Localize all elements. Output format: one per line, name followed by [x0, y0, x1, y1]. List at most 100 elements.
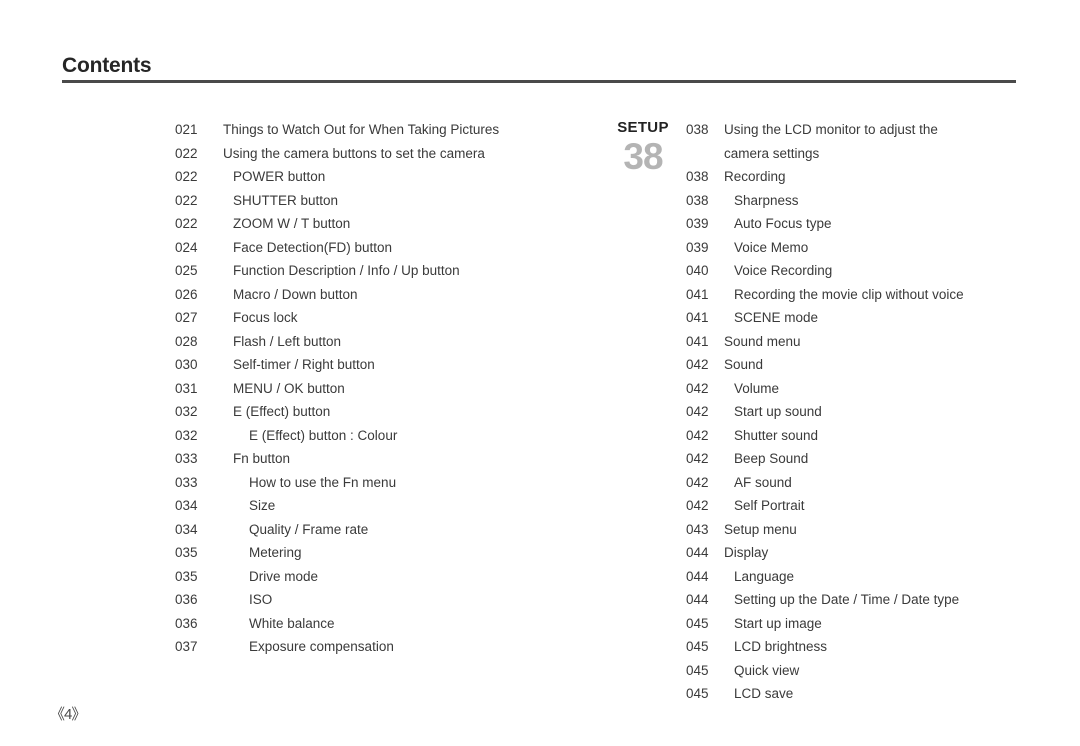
toc-entry-label: How to use the Fn menu: [249, 474, 397, 490]
toc-entry[interactable]: 041 Recording the movie clip without voic…: [686, 283, 1046, 307]
toc-entry[interactable]: camera settings: [686, 142, 1046, 166]
toc-entry-page-number: 030: [175, 357, 198, 372]
toc-entry[interactable]: 032 E (Effect) button : Colour: [175, 424, 595, 448]
toc-entry-page-number: 038: [686, 122, 709, 137]
toc-entry[interactable]: 045 Start up image: [686, 612, 1046, 636]
toc-entry-page-number: 045: [686, 686, 709, 701]
toc-entry[interactable]: 033 How to use the Fn menu: [175, 471, 595, 495]
toc-entry-page-number: 040: [686, 263, 709, 278]
toc-entry[interactable]: 041 Sound menu: [686, 330, 1046, 354]
toc-entry-label: Using the camera buttons to set the came…: [223, 145, 485, 161]
toc-entry-label: Recording: [724, 169, 786, 184]
toc-entry[interactable]: 039 Auto Focus type: [686, 212, 1046, 236]
toc-entry[interactable]: 034 Quality / Frame rate: [175, 518, 595, 542]
toc-entry-label: Fn button: [233, 451, 291, 466]
toc-entry[interactable]: 034 Size: [175, 494, 595, 518]
toc-entry-page-number: 038: [686, 169, 709, 184]
toc-entry-label: Language: [734, 568, 795, 584]
toc-entry-page-number: 022: [175, 145, 198, 161]
toc-entry[interactable]: 044 Display: [686, 541, 1046, 565]
toc-entry-label: SCENE mode: [734, 310, 819, 325]
toc-entry[interactable]: 024 Face Detection(FD) button: [175, 236, 595, 260]
toc-entry[interactable]: 022 POWER button: [175, 165, 595, 189]
toc-entry[interactable]: 022 ZOOM W / T button: [175, 212, 595, 236]
toc-entry-page-number: 032: [175, 404, 198, 419]
toc-entry[interactable]: 036 White balance: [175, 612, 595, 636]
toc-entry-label: Auto Focus type: [734, 216, 832, 231]
toc-entry[interactable]: 042 AF sound: [686, 471, 1046, 495]
toc-entry-page-number: 042: [686, 451, 709, 466]
toc-entry-page-number: 035: [175, 545, 198, 560]
toc-entry[interactable]: 026 Macro / Down button: [175, 283, 595, 307]
toc-entry[interactable]: 022 SHUTTER button: [175, 189, 595, 213]
toc-entry[interactable]: 044 Setting up the Date / Time / Date typ…: [686, 588, 1046, 612]
toc-entry[interactable]: 045 LCD save: [686, 682, 1046, 706]
toc-entry[interactable]: 039 Voice Memo: [686, 236, 1046, 260]
toc-entry-page-number: 022: [175, 169, 198, 184]
toc-entry-page-number: 034: [175, 521, 198, 537]
toc-entry-page-number: 033: [175, 451, 198, 466]
toc-entry[interactable]: 045 Quick view: [686, 659, 1046, 683]
toc-entry-page-number: 028: [175, 333, 198, 349]
toc-entry-label: Self Portrait: [734, 498, 805, 513]
toc-entry-page-number: 036: [175, 615, 198, 631]
toc-entry-label: Start up sound: [734, 404, 822, 419]
toc-entry[interactable]: 040 Voice Recording: [686, 259, 1046, 283]
toc-entry[interactable]: 035 Drive mode: [175, 565, 595, 589]
toc-entry[interactable]: 041 SCENE mode: [686, 306, 1046, 330]
toc-entry-page-number: 044: [686, 568, 709, 584]
toc-entry[interactable]: 044 Language: [686, 565, 1046, 589]
toc-entry-label: White balance: [249, 615, 335, 631]
toc-entry-page-number: 022: [175, 216, 198, 231]
toc-entry[interactable]: 027 Focus lock: [175, 306, 595, 330]
toc-entry[interactable]: 035 Metering: [175, 541, 595, 565]
toc-entry-label: LCD brightness: [734, 639, 828, 654]
toc-entry[interactable]: 042 Beep Sound: [686, 447, 1046, 471]
toc-entry-label: Self-timer / Right button: [233, 357, 375, 372]
toc-entry[interactable]: 025 Function Description / Info / Up butt…: [175, 259, 595, 283]
toc-entry-page-number: 042: [686, 427, 709, 443]
page-header: Contents: [62, 54, 1016, 83]
toc-entry[interactable]: 022 Using the camera buttons to set the c…: [175, 142, 595, 166]
toc-entry[interactable]: 043 Setup menu: [686, 518, 1046, 542]
toc-entry[interactable]: 037 Exposure compensation: [175, 635, 595, 659]
toc-entry[interactable]: 042 Volume: [686, 377, 1046, 401]
toc-entry-label: Macro / Down button: [233, 286, 358, 302]
toc-entry[interactable]: 042 Self Portrait: [686, 494, 1046, 518]
toc-entry[interactable]: 038 Sharpness: [686, 189, 1046, 213]
toc-entry[interactable]: 042 Start up sound: [686, 400, 1046, 424]
toc-entry-page-number: 042: [686, 498, 709, 513]
toc-entry[interactable]: 030 Self-timer / Right button: [175, 353, 595, 377]
toc-entry-label: ZOOM W / T button: [233, 216, 351, 231]
toc-entry[interactable]: 042 Sound: [686, 353, 1046, 377]
toc-entry-label: Exposure compensation: [249, 639, 394, 654]
toc-entry[interactable]: 038 Using the LCD monitor to adjust the: [686, 118, 1046, 142]
toc-entry-page-number: 042: [686, 474, 709, 490]
toc-entry[interactable]: 036 ISO: [175, 588, 595, 612]
toc-entry-page-number: 042: [686, 380, 709, 396]
toc-entry-page-number: 041: [686, 333, 709, 349]
toc-entry-label: camera settings: [724, 145, 820, 161]
toc-entry-label: Quality / Frame rate: [249, 521, 369, 537]
toc-entry[interactable]: 045 LCD brightness: [686, 635, 1046, 659]
toc-entry-page-number: 027: [175, 310, 198, 325]
toc-entry[interactable]: 033 Fn button: [175, 447, 595, 471]
toc-entry-label: Shutter sound: [734, 427, 819, 443]
toc-entry[interactable]: 028 Flash / Left button: [175, 330, 595, 354]
toc-entry[interactable]: 042 Shutter sound: [686, 424, 1046, 448]
toc-entry[interactable]: 032 E (Effect) button: [175, 400, 595, 424]
toc-entry-label: AF sound: [734, 474, 792, 490]
toc-entry-label: Size: [249, 498, 276, 513]
toc-entry-page-number: 039: [686, 239, 709, 255]
toc-entry-label: Quick view: [734, 662, 800, 678]
toc-entry[interactable]: 021 Things to Watch Out for When Taking P…: [175, 118, 595, 142]
toc-entry-page-number: 035: [175, 568, 198, 584]
toc-entry-page-number: 042: [686, 357, 709, 372]
toc-entry-label: Sound: [724, 357, 764, 372]
toc-entry[interactable]: 038 Recording: [686, 165, 1046, 189]
toc-column-left: 021 Things to Watch Out for When Taking P…: [175, 118, 595, 659]
toc-entry-label: Drive mode: [249, 568, 319, 584]
toc-entry-page-number: 024: [175, 239, 198, 255]
toc-entry-label: Voice Memo: [734, 239, 809, 255]
toc-entry[interactable]: 031 MENU / OK button: [175, 377, 595, 401]
